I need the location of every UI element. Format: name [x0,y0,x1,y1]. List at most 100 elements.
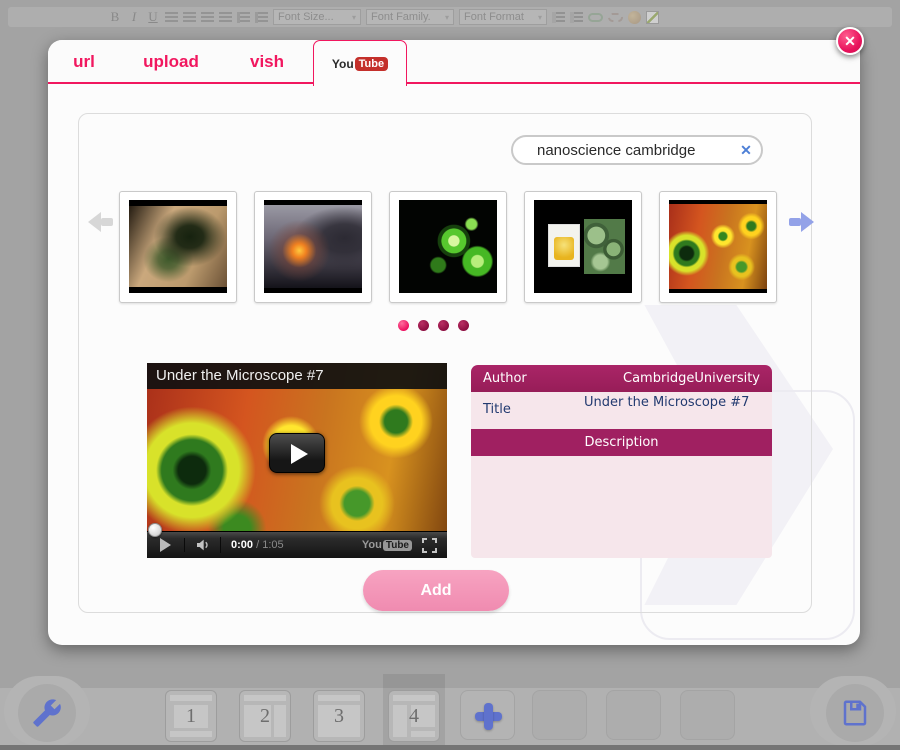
clear-search-icon[interactable]: ✕ [731,142,761,159]
video-thumbnail-2[interactable] [254,191,372,303]
tab-youtube[interactable]: You Tube [313,40,407,86]
font-format-label: Font Format [464,11,524,23]
player-control-bar: 0:00 / 1:05 You Tube [147,531,447,558]
colorful-surface-micrograph [669,204,767,289]
video-thumbnail-1[interactable] [119,191,237,303]
youtube-logo-tube: Tube [383,540,412,551]
add-slide-button[interactable] [460,690,515,740]
author-label: Author [483,371,527,386]
play-icon [160,538,171,552]
arrow-tail [789,218,801,226]
carousel-prev-arrow-icon[interactable] [88,211,113,233]
slide-number: 2 [240,691,290,743]
duration: 1:05 [262,539,283,551]
micrograph-image [584,219,625,275]
youtube-search-panel: nanoscience cambridge ✕ [78,113,812,613]
settings-wrench-button[interactable] [18,684,76,742]
chevron-down-icon: ▾ [352,13,356,22]
save-floppy-icon [840,698,870,728]
close-button[interactable]: ✕ [836,27,864,55]
author-value: CambridgeUniversity [623,371,760,386]
screen-bottom-edge [0,745,900,750]
green-glowing-keys [399,200,497,293]
font-format-dropdown[interactable]: Font Format ▾ [459,9,547,25]
remove-link-icon[interactable] [608,13,623,22]
beer-glass-image [548,224,580,267]
arrow-head [801,212,814,232]
slide-thumbnail-4[interactable]: 4 [388,690,440,742]
bold-button[interactable]: B [108,9,122,25]
slide-number: 4 [389,691,439,743]
modal-tab-bar: url upload vish You Tube [48,40,860,84]
volume-button[interactable] [185,537,221,553]
font-size-label: Font Size... [278,11,334,23]
hands-holding-green-device [129,206,227,287]
description-body [471,456,772,558]
chevron-down-icon: ▾ [538,13,542,22]
slide-thumbnail-2[interactable]: 2 [239,690,291,742]
slide-thumbnail-1[interactable]: 1 [165,690,217,742]
carousel-pagination [398,320,469,331]
page-dot-4[interactable] [458,320,469,331]
video-thumbnail-5[interactable] [659,191,777,303]
youtube-watermark[interactable]: You Tube [362,539,412,551]
video-thumbnail-4[interactable] [524,191,642,303]
insert-link-icon[interactable] [588,13,603,22]
tab-upload[interactable]: upload [134,40,208,84]
underline-button[interactable]: U [146,9,160,25]
save-button[interactable] [826,684,884,742]
play-button[interactable] [147,538,185,552]
page-dot-1[interactable] [398,320,409,331]
play-icon [291,444,308,464]
thumbnail-frame [534,200,632,293]
add-button[interactable]: Add [363,570,509,611]
thumbnail-frame [264,200,362,293]
big-play-button[interactable] [269,433,325,473]
arrow-tail [101,218,113,226]
search-value: nanoscience cambridge [513,142,731,159]
italic-button[interactable]: I [127,9,141,25]
title-label: Title [483,395,511,426]
page-dot-3[interactable] [438,320,449,331]
winter-sunset-with-trees [264,205,362,288]
plus-icon [484,703,493,730]
description-header: Description [471,429,772,456]
video-title-overlay: Under the Microscope #7 [147,363,447,389]
empty-slide-slot [532,690,587,740]
scrubber-handle[interactable] [148,523,162,537]
color-palette-icon[interactable] [628,11,641,24]
page-dot-2[interactable] [418,320,429,331]
youtube-logo-you: You [362,539,382,551]
tab-url[interactable]: url [56,40,112,84]
arrow-head [88,212,101,232]
font-size-dropdown[interactable]: Font Size... ▾ [273,9,361,25]
unordered-list-icon[interactable] [255,12,268,23]
insert-video-modal: ✕ url upload vish You Tube nanoscience c… [48,40,860,645]
outdent-icon[interactable] [552,12,565,23]
speaker-icon [195,537,211,553]
empty-slide-slot [606,690,661,740]
align-left-icon[interactable] [165,12,178,23]
font-family-dropdown[interactable]: Font Family. ▾ [366,9,454,25]
video-details-table: Author CambridgeUniversity Title Under t… [471,365,772,558]
video-preview-player: Under the Microscope #7 0:00 / 1:05 You … [147,363,447,558]
tab-vish[interactable]: vish [234,40,300,84]
align-right-icon[interactable] [201,12,214,23]
title-row: Title Under the Microscope #7 [471,392,772,429]
fullscreen-icon[interactable] [422,538,437,553]
font-family-label: Font Family. [371,11,431,23]
slide-thumbnail-3[interactable]: 3 [313,690,365,742]
indent-icon[interactable] [570,12,583,23]
ordered-list-icon[interactable] [237,12,250,23]
editor-toolbar: B I U Font Size... ▾ Font Family. ▾ Font… [8,7,892,27]
search-input[interactable]: nanoscience cambridge ✕ [511,135,763,165]
slide-number: 3 [314,691,364,743]
video-thumbnail-3[interactable] [389,191,507,303]
edit-page-icon[interactable] [646,11,659,24]
align-justify-icon[interactable] [219,12,232,23]
carousel-next-arrow-icon[interactable] [789,211,814,233]
time-divider: / [256,539,259,551]
align-center-icon[interactable] [183,12,196,23]
youtube-logo-you: You [332,57,354,71]
author-row: Author CambridgeUniversity [471,365,772,392]
